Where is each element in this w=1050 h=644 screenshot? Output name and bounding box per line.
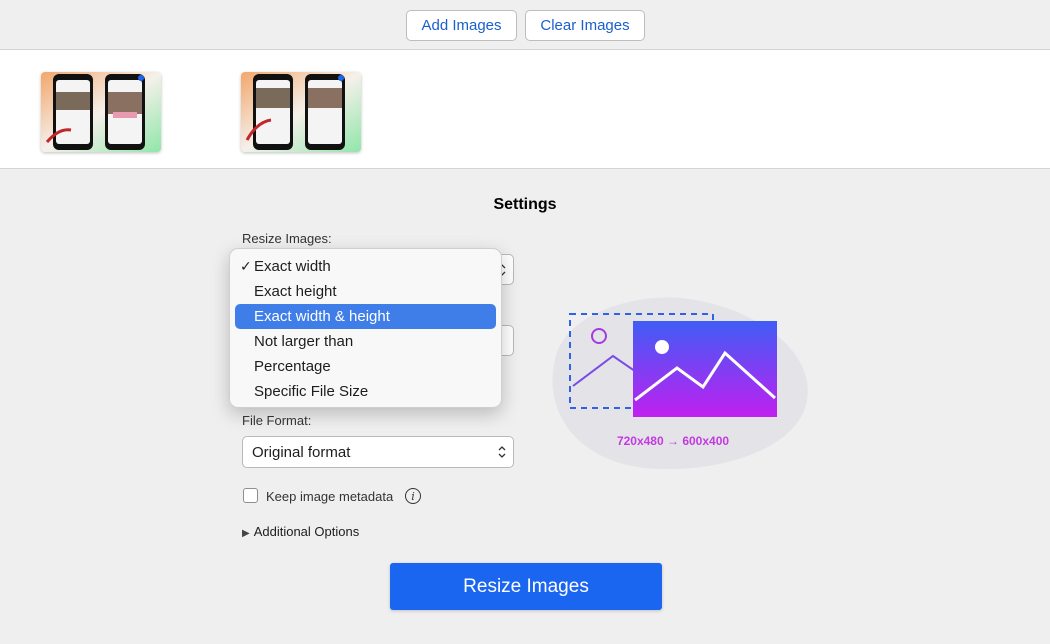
resize-images-button[interactable]: Resize Images (390, 563, 662, 610)
image-thumbnail[interactable] (41, 72, 161, 152)
resize-images-label: Resize Images: (242, 231, 332, 246)
menu-item-not-larger-than[interactable]: Not larger than (235, 329, 496, 354)
menu-item-exact-width-height[interactable]: Exact width & height (235, 304, 496, 329)
keep-metadata-checkbox[interactable] (243, 488, 258, 503)
keep-metadata-label: Keep image metadata (266, 489, 394, 504)
menu-item-percentage[interactable]: Percentage (235, 354, 496, 379)
add-images-button[interactable]: Add Images (406, 10, 517, 41)
chevron-updown-icon (498, 446, 506, 458)
image-thumbnail[interactable] (241, 72, 361, 152)
menu-item-specific-file-size[interactable]: Specific File Size (235, 379, 496, 404)
toolbar: Add Images Clear Images (0, 0, 1050, 50)
clear-images-button[interactable]: Clear Images (525, 10, 645, 41)
settings-title: Settings (493, 196, 557, 213)
checkmark-icon: ✓ (240, 258, 252, 274)
file-format-select[interactable]: Original format (242, 436, 514, 468)
menu-item-exact-width[interactable]: ✓ Exact width (235, 254, 496, 279)
image-gallery (0, 50, 1050, 169)
file-format-label: File Format: (242, 413, 312, 428)
info-icon[interactable]: i (405, 488, 421, 504)
disclosure-triangle-icon: ▶ (242, 528, 250, 539)
resize-mode-menu: ✓ Exact width Exact height Exact width &… (229, 248, 502, 408)
dimensions-caption: 720x480 → 600x400 (616, 434, 730, 448)
additional-options-toggle[interactable]: ▶ Additional Options (242, 524, 359, 539)
menu-item-exact-height[interactable]: Exact height (235, 279, 496, 304)
